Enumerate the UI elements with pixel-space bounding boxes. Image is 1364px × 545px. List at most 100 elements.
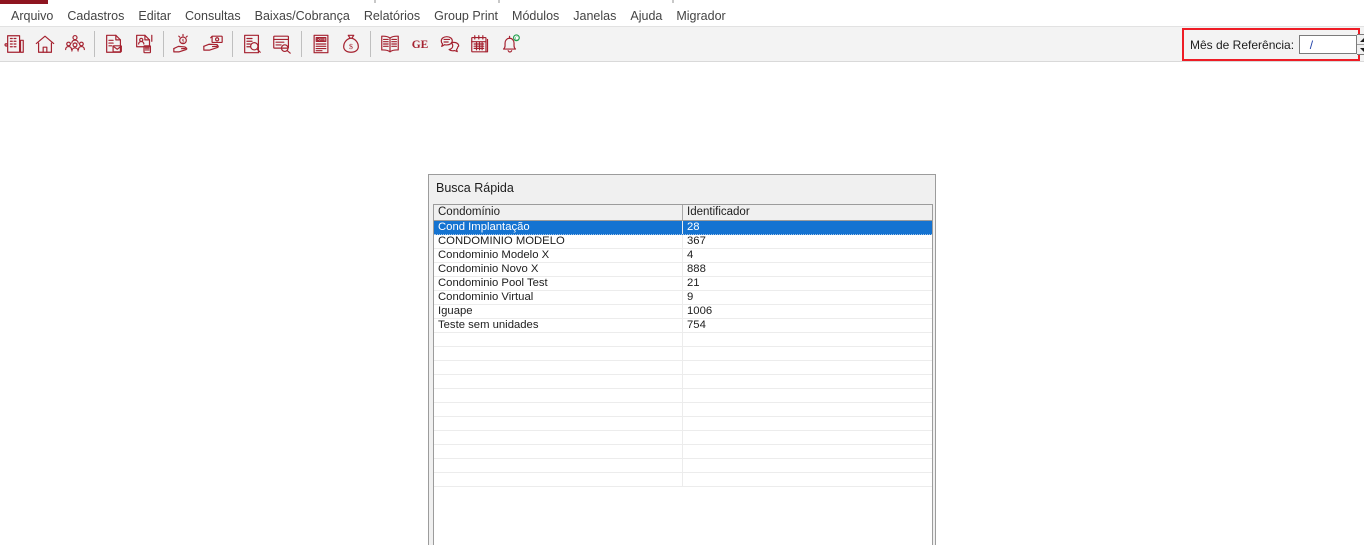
building-icon[interactable] <box>0 28 30 60</box>
reference-month-group: Mês de Referência: <box>1182 28 1364 61</box>
table-row-empty[interactable] <box>434 375 932 389</box>
cell-empty <box>434 389 683 402</box>
reference-month-spinner[interactable] <box>1357 34 1364 55</box>
cell-empty <box>683 459 932 472</box>
ge-logo-icon[interactable]: GE <box>405 28 435 60</box>
grid-body: Cond Implantação 28 CONDOMINIO MODELO 367 Co… <box>434 221 932 487</box>
book-icon[interactable] <box>375 28 405 60</box>
table-row-empty[interactable] <box>434 473 932 487</box>
titlebar-tick-3 <box>672 0 674 3</box>
cell-empty <box>434 375 683 388</box>
cell-identificador: 888 <box>687 263 706 275</box>
cell-empty <box>683 431 932 444</box>
menu-editar[interactable]: Editar <box>131 7 178 25</box>
busca-rapida-dialog: Busca Rápida Condomínio Identificador Co… <box>428 174 936 545</box>
dialog-title: Busca Rápida <box>436 181 514 195</box>
cell-empty <box>434 417 683 430</box>
cell-identificador: 754 <box>687 319 706 331</box>
titlebar-tick-1 <box>374 0 376 3</box>
svg-text:C: C <box>515 37 518 42</box>
menu-group-print[interactable]: Group Print <box>427 7 505 25</box>
cell-empty <box>434 459 683 472</box>
menu-migrador[interactable]: Migrador <box>669 7 732 25</box>
cell-empty <box>683 333 932 346</box>
condominio-grid[interactable]: Condomínio Identificador Cond Implantaçã… <box>433 204 933 545</box>
table-row[interactable]: CONDOMINIO MODELO 367 <box>434 235 932 249</box>
cell-empty <box>434 473 683 486</box>
table-row-empty[interactable] <box>434 417 932 431</box>
cell-identificador: 1006 <box>687 305 713 317</box>
bell-notification-icon[interactable]: C <box>495 28 525 60</box>
grid-header-condominio[interactable]: Condomínio <box>434 205 683 220</box>
svg-text:$: $ <box>182 38 185 45</box>
table-row-empty[interactable] <box>434 459 932 473</box>
table-row[interactable]: Cond Implantação 28 <box>434 221 932 235</box>
table-row-empty[interactable] <box>434 347 932 361</box>
table-row-empty[interactable] <box>434 333 932 347</box>
spinner-down-arrow-icon[interactable] <box>1357 45 1364 54</box>
cell-empty <box>434 445 683 458</box>
cell-empty <box>683 473 932 486</box>
hand-money-icon[interactable] <box>198 28 228 60</box>
cell-condominio: Teste sem unidades <box>434 319 683 332</box>
hand-coin-icon[interactable]: $ <box>168 28 198 60</box>
cell-empty <box>434 347 683 360</box>
cell-empty <box>683 403 932 416</box>
table-row[interactable]: Condominio Pool Test 21 <box>434 277 932 291</box>
people-group-icon[interactable] <box>60 28 90 60</box>
cell-condominio: Cond Implantação <box>434 221 683 234</box>
menu-ajuda[interactable]: Ajuda <box>623 7 669 25</box>
calendar-icon[interactable] <box>465 28 495 60</box>
cell-identificador: 28 <box>687 221 700 233</box>
table-row[interactable]: Condominio Virtual 9 <box>434 291 932 305</box>
table-row-empty[interactable] <box>434 389 932 403</box>
window-titlebar-stub <box>0 0 48 4</box>
cell-identificador: 367 <box>687 235 706 247</box>
money-bag-icon[interactable]: $ <box>336 28 366 60</box>
cell-condominio: Iguape <box>434 305 683 318</box>
menu-relatorios[interactable]: Relatórios <box>357 7 427 25</box>
reference-month-label: Mês de Referência: <box>1190 37 1295 52</box>
application-window: Arquivo Cadastros Editar Consultas Baixas/Co… <box>0 0 1364 545</box>
table-row[interactable]: Condominio Modelo X 4 <box>434 249 932 263</box>
cell-empty <box>683 445 932 458</box>
report-search-icon[interactable] <box>267 28 297 60</box>
menu-modulos[interactable]: Módulos <box>505 7 566 25</box>
menu-arquivo[interactable]: Arquivo <box>4 7 60 25</box>
cell-condominio: Condominio Pool Test <box>434 277 683 290</box>
document-mail-icon[interactable] <box>99 28 129 60</box>
menu-baixas-cobranca[interactable]: Baixas/Cobrança <box>248 7 357 25</box>
grid-header-row: Condomínio Identificador <box>434 205 932 221</box>
table-row[interactable]: Teste sem unidades 754 <box>434 319 932 333</box>
toolbar: $ $ GE C <box>0 26 1364 62</box>
table-row-empty[interactable] <box>434 431 932 445</box>
cell-empty <box>683 389 932 402</box>
cell-empty <box>683 347 932 360</box>
menu-consultas[interactable]: Consultas <box>178 7 248 25</box>
table-row[interactable]: Condominio Novo X 888 <box>434 263 932 277</box>
menu-bar: Arquivo Cadastros Editar Consultas Baixas/Co… <box>0 5 1364 26</box>
table-row-empty[interactable] <box>434 445 932 459</box>
reference-month-input[interactable] <box>1299 35 1358 54</box>
spinner-up-arrow-icon[interactable] <box>1357 35 1364 44</box>
toolbar-separator <box>301 31 302 57</box>
cell-identificador: 21 <box>687 277 700 289</box>
cell-condominio: Condominio Novo X <box>434 263 683 276</box>
menu-cadastros[interactable]: Cadastros <box>60 7 131 25</box>
menu-janelas[interactable]: Janelas <box>566 7 623 25</box>
svg-text:$: $ <box>349 42 353 51</box>
grid-header-identificador[interactable]: Identificador <box>683 205 932 220</box>
table-row-empty[interactable] <box>434 403 932 417</box>
chat-bubbles-icon[interactable] <box>435 28 465 60</box>
titlebar-tick-2 <box>498 0 500 3</box>
cell-identificador: 9 <box>687 291 694 303</box>
document-list-icon[interactable] <box>306 28 336 60</box>
toolbar-separator <box>232 31 233 57</box>
house-icon[interactable] <box>30 28 60 60</box>
toolbar-separator <box>163 31 164 57</box>
document-contact-icon[interactable] <box>129 28 159 60</box>
document-search-icon[interactable] <box>237 28 267 60</box>
table-row-empty[interactable] <box>434 361 932 375</box>
table-row[interactable]: Iguape 1006 <box>434 305 932 319</box>
cell-empty <box>434 333 683 346</box>
